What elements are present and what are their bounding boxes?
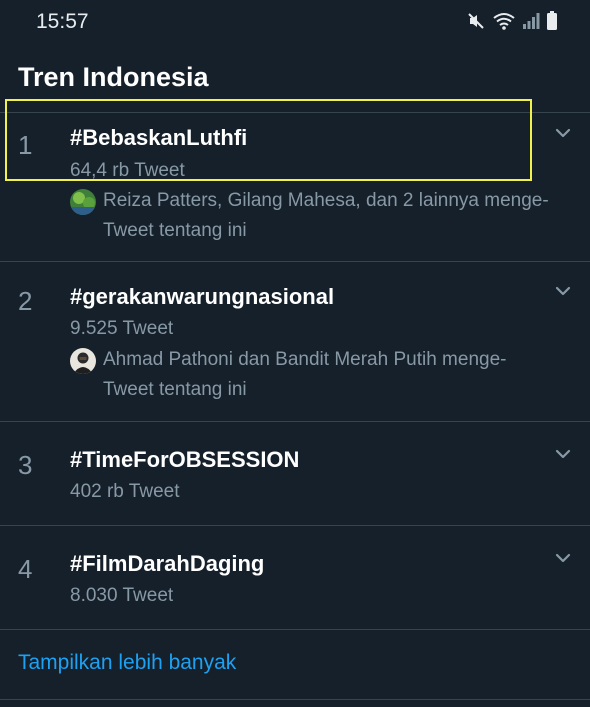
trend-count: 9.525 Tweet	[70, 318, 174, 339]
chevron-down-icon[interactable]	[552, 280, 574, 302]
avatar	[70, 348, 96, 374]
divider	[0, 629, 590, 630]
chevron-down-icon[interactable]	[552, 443, 574, 465]
trend-rank: 3	[18, 450, 33, 480]
trend-count: 64,4 rb Tweet	[70, 160, 185, 181]
chevron-down-icon[interactable]	[552, 547, 574, 569]
signal-icon	[522, 12, 540, 30]
mute-icon	[466, 11, 486, 31]
trend-list: 1 #BebaskanLuthfi 64,4 rb Tweet Reiza Pa…	[0, 112, 590, 630]
status-time: 15:57	[36, 10, 89, 33]
show-more-link[interactable]: Tampilkan lebih banyak	[18, 651, 236, 675]
trend-item[interactable]: 4 #FilmDarahDaging 8.030 Tweet	[0, 525, 590, 629]
status-icons	[466, 11, 558, 31]
trend-item[interactable]: 3 #TimeForOBSESSION 402 rb Tweet	[0, 421, 590, 525]
chevron-down-icon[interactable]	[552, 122, 574, 144]
trend-context-text: Ahmad Pathoni dan Bandit Merah Putih men…	[103, 349, 507, 400]
trend-rank: 2	[18, 286, 33, 316]
trend-item[interactable]: 1 #BebaskanLuthfi 64,4 rb Tweet Reiza Pa…	[0, 112, 590, 261]
trend-rank: 1	[18, 130, 33, 160]
section-title: Tren Indonesia	[18, 62, 209, 92]
trend-rank: 4	[18, 554, 33, 584]
battery-icon	[546, 11, 558, 31]
trend-count: 402 rb Tweet	[70, 481, 180, 502]
trend-context-text: Reiza Patters, Gilang Mahesa, dan 2 lain…	[103, 190, 549, 241]
trend-name[interactable]: #BebaskanLuthfi	[70, 125, 247, 151]
trend-name[interactable]: #gerakanwarungnasional	[70, 284, 334, 310]
trend-count: 8.030 Tweet	[70, 585, 174, 606]
avatar	[70, 189, 96, 215]
divider	[0, 699, 590, 700]
trend-name[interactable]: #TimeForOBSESSION	[70, 447, 299, 473]
wifi-icon	[492, 11, 516, 31]
status-bar: 15:57	[0, 0, 590, 44]
trend-item[interactable]: 2 #gerakanwarungnasional 9.525 Tweet Ahm…	[0, 261, 590, 421]
trend-name[interactable]: #FilmDarahDaging	[70, 551, 264, 577]
